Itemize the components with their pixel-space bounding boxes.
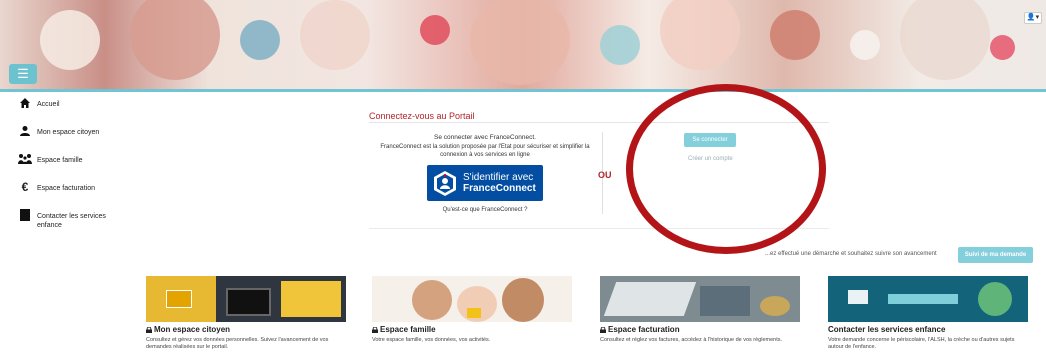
franceconnect-button[interactable]: S'identifier avec FranceConnect — [427, 165, 543, 201]
card-title: Contacter les services enfance — [828, 325, 946, 334]
sidebar-item-label: Espace facturation — [37, 185, 95, 192]
card-title: Espace facturation — [608, 325, 680, 334]
card-description: Votre demande concerne le périscolaire, … — [828, 337, 1015, 350]
portal-title: Connectez-vous au Portail — [369, 111, 475, 121]
card-image — [828, 276, 1028, 322]
menu-toggle-button[interactable]: ☰ — [9, 64, 37, 84]
card-description: Votre espace famille, vos données, vos a… — [372, 337, 491, 343]
chevron-down-icon: ▾ — [1035, 14, 1040, 21]
or-label: OU — [598, 170, 612, 180]
card-description: Consultez et gérez vos données personnel… — [146, 337, 329, 350]
franceconnect-title: Se connecter avec FranceConnect. — [434, 134, 536, 141]
family-icon — [18, 152, 32, 166]
follow-request-text: ...ez effectué une démarche et souhaitez… — [765, 251, 937, 257]
header-banner — [0, 0, 1046, 92]
card-contacter-services-enfance[interactable]: Contacter les services enfance Votre dem… — [828, 276, 1028, 351]
card-espace-famille[interactable]: Espace famille Votre espace famille, vos… — [372, 276, 572, 344]
user-icon: 👤 — [1026, 14, 1036, 21]
contact-icon — [18, 208, 32, 222]
lock-icon — [372, 326, 378, 333]
franceconnect-button-line1: S'identifier avec — [463, 172, 534, 183]
hamburger-icon: ☰ — [17, 66, 29, 81]
annotation-circle — [626, 84, 826, 254]
card-title: Mon espace citoyen — [154, 325, 231, 334]
user-menu-button[interactable]: 👤▾ — [1024, 12, 1042, 24]
card-espace-facturation[interactable]: Espace facturation Consultez et réglez v… — [600, 276, 800, 344]
follow-request-button[interactable]: Suivi de ma demande — [958, 247, 1033, 263]
card-image — [600, 276, 800, 322]
sidebar-item-espace-famille[interactable]: Espace famille — [18, 152, 128, 166]
card-image — [372, 276, 572, 322]
sidebar-item-label: Contacter les services enfance — [37, 213, 106, 229]
franceconnect-logo-icon — [434, 170, 456, 196]
sidebar: Accueil Mon espace citoyen Espace famill… — [18, 96, 128, 244]
sidebar-item-label: Mon espace citoyen — [37, 129, 100, 136]
franceconnect-box: Se connecter avec FranceConnect. FranceC… — [370, 133, 600, 213]
sidebar-item-label: Espace famille — [37, 157, 83, 164]
sidebar-item-contacter-services-enfance[interactable]: Contacter les services enfance — [2, 208, 128, 230]
lock-icon — [146, 326, 152, 333]
sidebar-item-accueil[interactable]: Accueil — [18, 96, 128, 110]
sidebar-item-mon-espace-citoyen[interactable]: Mon espace citoyen — [18, 124, 128, 138]
lock-icon — [600, 326, 606, 333]
home-icon — [18, 96, 32, 110]
card-title: Espace famille — [380, 325, 436, 334]
franceconnect-info-link[interactable]: Qu'est-ce que FranceConnect ? — [370, 207, 600, 213]
banner-underline — [0, 89, 1046, 92]
sidebar-item-label: Accueil — [37, 101, 60, 108]
card-image — [146, 276, 346, 322]
user-icon — [18, 124, 32, 138]
franceconnect-button-line2: FranceConnect — [463, 183, 536, 194]
euro-icon: € — [21, 180, 29, 194]
franceconnect-description: FranceConnect est la solution proposée p… — [380, 144, 590, 158]
card-description: Consultez et réglez vos factures, accéde… — [600, 337, 783, 343]
sidebar-item-espace-facturation[interactable]: € Espace facturation — [18, 180, 128, 194]
card-mon-espace-citoyen[interactable]: Mon espace citoyen Consultez et gérez vo… — [146, 276, 346, 351]
